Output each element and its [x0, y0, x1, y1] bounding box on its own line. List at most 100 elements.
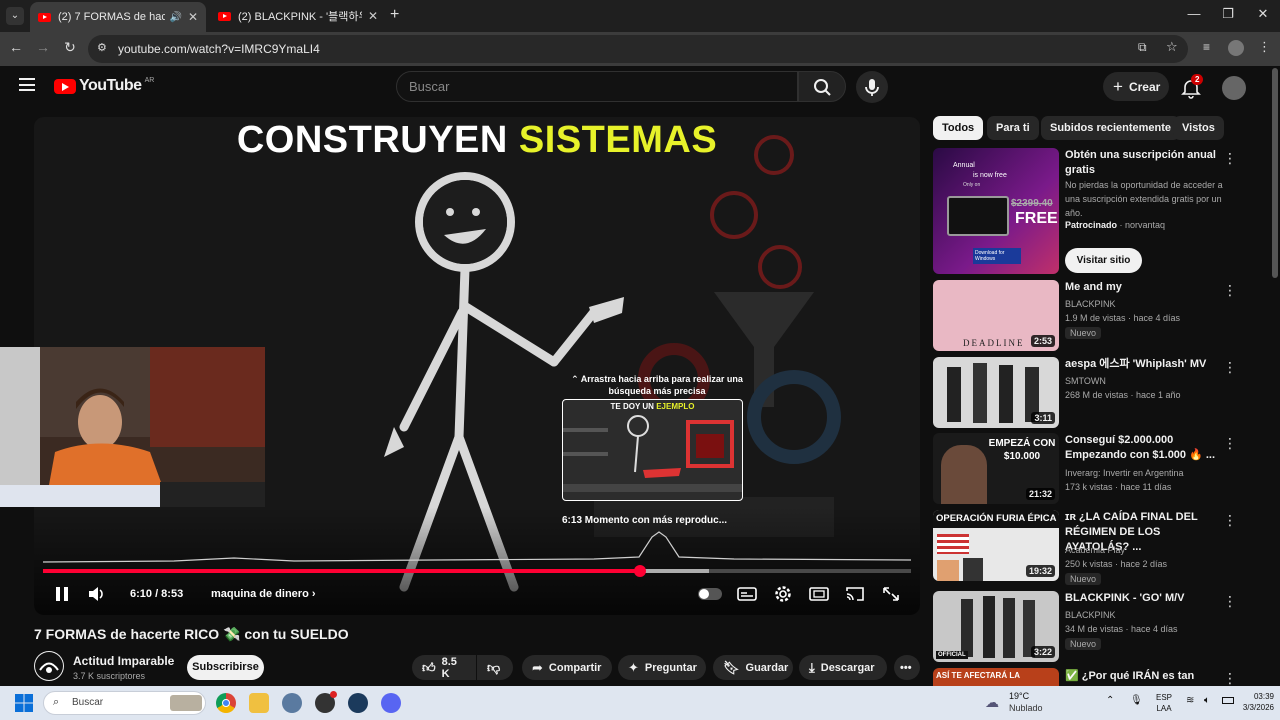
more-options-icon[interactable]: ⋮	[1223, 359, 1237, 376]
chip-vistos[interactable]: Vistos	[1173, 116, 1224, 140]
download-button[interactable]: ⤓ Descargar	[799, 655, 887, 680]
wifi-icon[interactable]: ≋	[1186, 695, 1194, 706]
autoplay-toggle[interactable]	[698, 583, 724, 605]
recommendation-item[interactable]: EMPEZÁ CON $10.000 21:32 Conseguí $2.000…	[933, 433, 1268, 505]
recommendation-channel[interactable]: Academia Play	[1065, 543, 1125, 557]
bookmark-star-icon[interactable]: ☆	[1166, 39, 1178, 55]
close-tab-icon[interactable]: ✕	[188, 10, 198, 24]
search-input[interactable]: Buscar	[396, 71, 798, 102]
recommendation-item[interactable]: OFFICIAL 3:22 BLACKPINK - 'GO' M/V BLACK…	[933, 591, 1268, 663]
ad-thumbnail[interactable]: Annual is now free Only on $2399.40 FREE…	[933, 148, 1059, 274]
channel-name[interactable]: Actitud Imparable	[73, 654, 174, 668]
install-app-icon[interactable]: ⧉	[1138, 40, 1147, 55]
hamburger-menu-icon[interactable]	[19, 78, 35, 91]
volume-button[interactable]	[85, 583, 109, 605]
recommendation-item[interactable]: DEADLINE 2:53 Me and my BLACKPINK 1.9 M …	[933, 280, 1268, 352]
recommendation-title[interactable]: Conseguí $2.000.000 Empezando con $1.000…	[1065, 433, 1221, 463]
recommendation-channel[interactable]: BLACKPINK	[1065, 297, 1116, 311]
scrollbar-thumb[interactable]	[1272, 68, 1278, 278]
site-info-icon[interactable]: ⚙	[97, 41, 107, 54]
more-options-icon[interactable]: ⋮	[1223, 435, 1237, 452]
app-icon[interactable]	[315, 691, 337, 713]
language-indicator[interactable]: ESP LAA	[1150, 692, 1178, 714]
media-control-icon[interactable]: ≡	[1203, 40, 1210, 54]
new-tab-button[interactable]: +	[390, 6, 399, 24]
account-avatar[interactable]	[1222, 76, 1246, 100]
more-options-icon[interactable]: ⋮	[1223, 512, 1237, 529]
notifications-button[interactable]: 2	[1180, 74, 1204, 99]
close-window-icon[interactable]: ✕	[1253, 6, 1273, 22]
chip-para-ti[interactable]: Para ti	[987, 116, 1039, 140]
browser-tab-active[interactable]: (2) 7 FORMAS de hacerte RI 🔊 ✕	[30, 2, 206, 32]
restore-window-icon[interactable]: ❐	[1218, 6, 1238, 22]
video-thumbnail[interactable]: EMPEZÁ CON $10.000 21:32	[933, 433, 1059, 504]
recommendation-title[interactable]: aespa 에스파 'Whiplash' MV	[1065, 357, 1221, 372]
more-actions-button[interactable]: •••	[894, 655, 920, 680]
close-tab-icon[interactable]: ✕	[368, 9, 378, 23]
tray-chevron-icon[interactable]: ⌃	[1106, 695, 1114, 706]
visit-site-button[interactable]: Visitar sitio	[1065, 248, 1142, 273]
settings-button[interactable]	[771, 583, 795, 605]
theater-mode-button[interactable]	[807, 583, 831, 605]
fullscreen-button[interactable]	[879, 583, 903, 605]
weather-widget[interactable]: ☁ 19°C Nublado	[985, 690, 1055, 716]
steam-icon[interactable]	[348, 693, 368, 713]
system-clock[interactable]: 03:39 3/3/2026	[1224, 691, 1274, 713]
ask-button[interactable]: ✦ Preguntar	[618, 655, 706, 680]
chip-subidos-recientemente[interactable]: Subidos recientemente	[1041, 116, 1181, 140]
taskbar-search-input[interactable]: ⌕ Buscar	[43, 691, 206, 715]
volume-tray-icon[interactable]: 🔈︎	[1204, 695, 1210, 706]
ad-title[interactable]: Obtén una suscripción anual gratis	[1065, 148, 1221, 178]
like-button[interactable]: 👍︎ 8.5 K	[412, 655, 476, 680]
progress-bar[interactable]	[43, 565, 911, 577]
recommendation-title[interactable]: BLACKPINK - 'GO' M/V	[1065, 591, 1221, 606]
reload-icon[interactable]: ↻	[60, 39, 80, 56]
share-button[interactable]: ➦ Compartir	[522, 655, 612, 680]
subtitles-button[interactable]	[735, 583, 759, 605]
dislike-button[interactable]: 👎︎	[477, 655, 513, 680]
address-bar[interactable]: ⚙ youtube.com/watch?v=IMRC9YmaLI4 ⧉ ☆	[88, 35, 1188, 63]
create-button[interactable]: + Crear	[1103, 72, 1169, 101]
recommendation-channel[interactable]: Inverarg: Invertir en Argentina	[1065, 466, 1184, 480]
cast-button[interactable]	[843, 583, 867, 605]
progress-scrubber-handle[interactable]	[633, 565, 646, 577]
recommendation-item[interactable]: ASÍ TE AFECTARÁ LA ✅ ¿Por qué IRÁN es ta…	[933, 668, 1268, 686]
minimize-window-icon[interactable]: —	[1184, 6, 1204, 21]
video-thumbnail[interactable]: OPERACIÓN FURIA ÉPICA 19:32	[933, 510, 1059, 581]
channel-avatar[interactable]	[34, 651, 64, 681]
more-options-icon[interactable]: ⋮	[1223, 593, 1237, 610]
browser-tab[interactable]: (2) BLACKPINK - '블랙하우스 (B ✕	[210, 4, 386, 28]
more-options-icon[interactable]: ⋮	[1223, 670, 1237, 686]
recommendation-item[interactable]: 3:11 aespa 에스파 'Whiplash' MV SMTOWN 268 …	[933, 357, 1268, 429]
voice-search-button[interactable]	[856, 71, 888, 103]
recommendation-channel[interactable]: BLACKPINK	[1065, 608, 1116, 622]
chrome-icon[interactable]	[216, 693, 236, 713]
windows-start-icon[interactable]	[14, 693, 34, 713]
recommendation-title[interactable]: ✅ ¿Por qué IRÁN es tan	[1065, 669, 1221, 684]
save-button[interactable]: 🔖︎ Guardar	[713, 655, 793, 680]
file-explorer-icon[interactable]	[249, 693, 269, 713]
sponsored-ad[interactable]: Annual is now free Only on $2399.40 FREE…	[933, 148, 1268, 278]
search-button[interactable]	[798, 71, 846, 102]
video-thumbnail[interactable]: ASÍ TE AFECTARÁ LA	[933, 668, 1059, 686]
video-thumbnail[interactable]: 3:11	[933, 357, 1059, 428]
tab-search-button[interactable]: ⌄	[6, 7, 24, 25]
profile-avatar-icon[interactable]	[1228, 40, 1244, 56]
back-arrow-icon[interactable]: ←	[6, 39, 26, 55]
discord-icon[interactable]	[381, 693, 401, 713]
recommendation-channel[interactable]: SMTOWN	[1065, 374, 1106, 388]
recommendation-item[interactable]: OPERACIÓN FURIA ÉPICA 19:32 ɪʀ ¿LA CAÍDA…	[933, 510, 1268, 585]
browser-menu-icon[interactable]: ⋮	[1258, 39, 1271, 55]
chip-todos[interactable]: Todos	[933, 116, 984, 140]
forward-arrow-icon[interactable]: →	[33, 39, 53, 55]
video-thumbnail[interactable]: DEADLINE 2:53	[933, 280, 1059, 351]
more-options-icon[interactable]: ⋮	[1223, 282, 1237, 299]
chapter-button[interactable]: maquina de dinero ›	[211, 588, 316, 600]
video-thumbnail[interactable]: OFFICIAL 3:22	[933, 591, 1059, 662]
recommendation-title[interactable]: Me and my	[1065, 280, 1221, 295]
youtube-logo[interactable]: YouTube AR	[54, 77, 154, 95]
more-options-icon[interactable]: ⋮	[1223, 150, 1237, 167]
subscribe-button[interactable]: Subscribirse	[187, 655, 264, 680]
settings-app-icon[interactable]	[282, 693, 302, 713]
pause-button[interactable]	[50, 583, 74, 605]
